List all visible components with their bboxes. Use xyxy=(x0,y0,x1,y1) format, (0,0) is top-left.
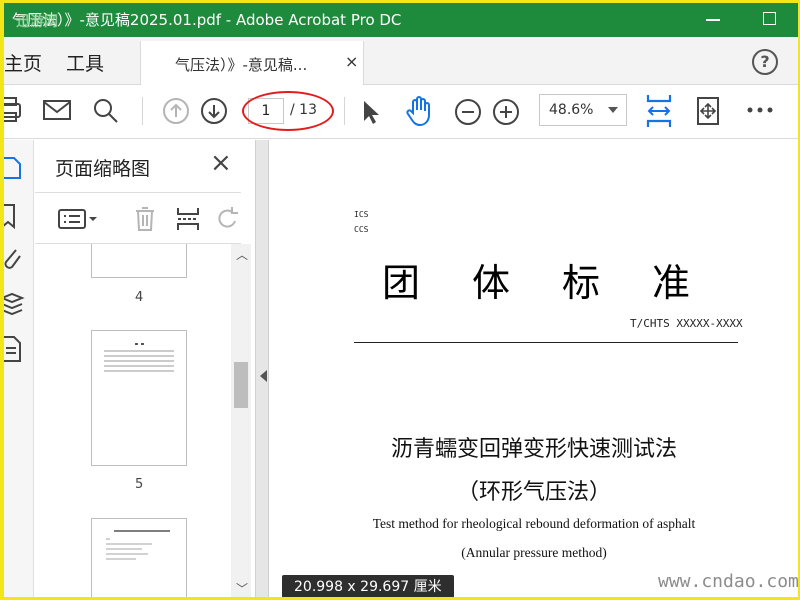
document-tab[interactable]: 气压法）》-意见稿... × xyxy=(140,41,364,85)
close-tab-icon[interactable]: × xyxy=(345,52,358,71)
hand-tool-icon[interactable] xyxy=(404,95,434,127)
title-bar: 气压法）》-意见稿2025.01.pdf - Adobe Acrobat Pro… xyxy=(4,3,798,37)
doc-title-cn: 沥青蠕变回弹变形快速测试法 xyxy=(390,437,677,462)
page-thumbnail-4[interactable] xyxy=(91,244,187,278)
zoom-out-icon[interactable] xyxy=(454,98,482,126)
thumbnail-label: 5 xyxy=(135,477,144,492)
page-thumbnail-6[interactable] xyxy=(91,518,187,597)
doc-divider xyxy=(354,342,738,343)
left-rail xyxy=(4,140,34,597)
chevron-up-icon[interactable]: ︿ xyxy=(236,246,248,263)
thumbnail-content xyxy=(104,343,174,372)
help-icon[interactable]: ? xyxy=(752,49,778,75)
search-icon[interactable] xyxy=(92,97,120,125)
thumbnail-list: 4 5 xyxy=(35,244,231,597)
doc-subtitle-cn: （环形气压法） xyxy=(456,480,611,505)
select-tool-icon[interactable] xyxy=(360,98,382,126)
more-options-icon[interactable] xyxy=(746,106,774,114)
thumbnail-label: 4 xyxy=(135,290,144,305)
zoom-select[interactable]: 48.6% xyxy=(539,94,627,126)
zoom-value: 48.6% xyxy=(549,102,594,118)
thumbnail-pane: 页面缩略图 × 4 5 ︿ ﹀ xyxy=(35,140,255,597)
page-thumbnail-5[interactable] xyxy=(91,330,187,466)
toolbar-divider xyxy=(344,97,345,125)
page-size-tooltip: 20.998 x 29.697 厘米 xyxy=(282,575,454,597)
pane-splitter[interactable] xyxy=(255,140,269,597)
zoom-in-icon[interactable] xyxy=(492,98,520,126)
scroll-mode-icon[interactable] xyxy=(694,95,722,127)
email-icon[interactable] xyxy=(42,99,72,121)
toolbar-divider xyxy=(142,97,143,125)
nav-home[interactable]: 主页 xyxy=(4,49,42,76)
close-pane-icon[interactable]: × xyxy=(210,150,232,176)
chevron-down-icon[interactable]: ﹀ xyxy=(236,580,248,597)
insert-page-icon[interactable] xyxy=(175,205,201,233)
thumbnail-scrollbar[interactable]: ︿ ﹀ xyxy=(231,244,251,597)
annotation-ellipse xyxy=(242,91,334,131)
print-icon[interactable] xyxy=(4,96,24,124)
window-title: 气压法）》-意见稿2025.01.pdf - Adobe Acrobat Pro… xyxy=(12,11,402,29)
rotate-page-icon[interactable] xyxy=(215,205,241,233)
toolbar xyxy=(4,85,798,139)
watermark-logo: 迅游网 xyxy=(16,14,58,30)
site-watermark: www.cndao.com xyxy=(658,571,798,592)
pane-toolbar xyxy=(35,192,241,244)
doc-subtitle-en: (Annular pressure method) xyxy=(461,545,607,560)
layers-icon[interactable] xyxy=(4,290,26,318)
previous-page-icon[interactable] xyxy=(162,97,190,125)
fit-page-icon[interactable] xyxy=(644,93,674,129)
page-document-icon[interactable] xyxy=(4,334,24,364)
app-window: 气压法）》-意见稿2025.01.pdf - Adobe Acrobat Pro… xyxy=(4,3,798,597)
doc-title-en: Test method for rheological rebound defo… xyxy=(372,516,696,531)
document-tab-label: 气压法）》-意见稿... xyxy=(175,56,308,74)
page-thumbnails-icon[interactable] xyxy=(4,154,24,182)
doc-ics-label: ICS xyxy=(354,210,369,219)
next-page-icon[interactable] xyxy=(200,97,228,125)
doc-ccs-label: CCS xyxy=(354,225,369,234)
thumbnail-options-icon[interactable] xyxy=(57,207,99,231)
tab-bar: 主页 工具 气压法）》-意见稿... × ? xyxy=(4,37,798,85)
delete-page-icon[interactable] xyxy=(133,205,157,233)
chevron-down-icon xyxy=(608,107,618,113)
thumbnail-content xyxy=(106,530,170,560)
collapse-pane-icon[interactable] xyxy=(260,370,267,382)
doc-standard-code: T/CHTS XXXXX-XXXX xyxy=(630,317,743,330)
document-page[interactable]: ICS CCS 团体标准 T/CHTS XXXXX-XXXX 沥青蠕变回弹变形快… xyxy=(270,140,798,597)
maximize-button[interactable] xyxy=(756,7,786,31)
doc-org-title: 团体标准 xyxy=(382,261,743,305)
bookmark-icon[interactable] xyxy=(4,202,22,230)
minimize-button[interactable] xyxy=(700,9,730,31)
scrollbar-thumb[interactable] xyxy=(234,362,248,408)
pane-title: 页面缩略图 xyxy=(55,158,151,180)
attachment-icon[interactable] xyxy=(4,244,24,272)
nav-tools[interactable]: 工具 xyxy=(66,49,104,76)
